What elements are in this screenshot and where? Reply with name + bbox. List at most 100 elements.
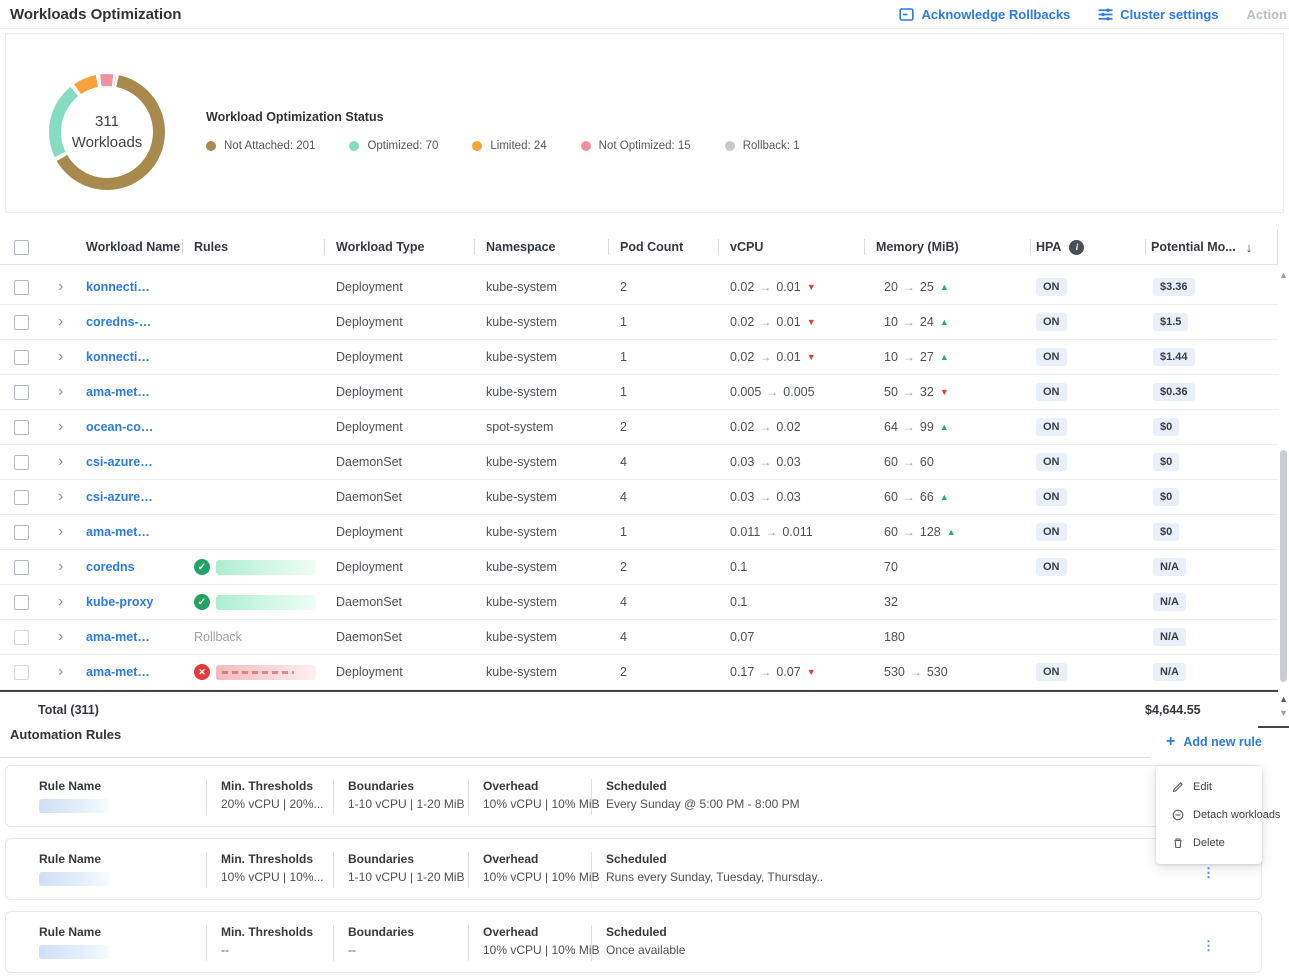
- actions-button[interactable]: Action: [1247, 7, 1287, 22]
- workload-name-link[interactable]: coredns-…: [86, 315, 151, 329]
- workload-name-link[interactable]: konnecti…: [86, 350, 150, 364]
- metric-from: 60: [884, 525, 898, 539]
- workload-name-link[interactable]: csi-azure…: [86, 490, 153, 504]
- hpa-cell: ON: [1030, 488, 1145, 506]
- legend-label: Limited: 24: [490, 140, 546, 152]
- expand-chevron-icon[interactable]: ›: [44, 629, 74, 645]
- workload-type-cell: DaemonSet: [324, 595, 474, 609]
- expand-chevron-icon[interactable]: ›: [44, 279, 74, 295]
- status-legend: Workload Optimization Status Not Attache…: [206, 110, 800, 152]
- mini-scroll-down-icon[interactable]: ▼: [1279, 708, 1288, 718]
- potential-value-badge: N/A: [1153, 558, 1186, 576]
- workload-name-link[interactable]: konnecti…: [86, 280, 150, 294]
- table-row: ›csi-azure…DaemonSetkube-system40.03→0.0…: [0, 445, 1278, 480]
- arrow-right-icon: →: [903, 525, 915, 539]
- vcpu-cell: 0.1: [718, 560, 864, 574]
- scrollbar-thumb[interactable]: [1280, 450, 1287, 682]
- rule-kebab-menu-icon[interactable]: ⋮: [1202, 871, 1215, 875]
- expand-chevron-icon[interactable]: ›: [44, 664, 74, 680]
- workload-type-cell: Deployment: [324, 665, 474, 679]
- row-checkbox-cell: [0, 315, 44, 330]
- rule-context-menu: Edit Detach workloads Delete: [1156, 766, 1262, 864]
- row-checkbox[interactable]: [14, 595, 29, 610]
- workload-name-cell: ama-met…: [74, 385, 182, 399]
- memory-cell: 70: [864, 560, 1030, 574]
- row-checkbox[interactable]: [14, 560, 29, 575]
- row-checkbox[interactable]: [14, 630, 29, 645]
- col-rules: Rules: [182, 230, 324, 264]
- row-checkbox[interactable]: [14, 420, 29, 435]
- metric-value: 0.07: [730, 630, 754, 644]
- workload-name-link[interactable]: kube-proxy: [86, 595, 153, 609]
- scroll-up-icon[interactable]: ▲: [1279, 270, 1288, 280]
- workload-name-link[interactable]: ama-met…: [86, 525, 150, 539]
- expand-chevron-icon[interactable]: ›: [44, 314, 74, 330]
- expand-chevron-icon[interactable]: ›: [44, 419, 74, 435]
- col-workload-name: Workload Name: [74, 230, 182, 264]
- workload-name-link[interactable]: ama-met…: [86, 665, 150, 679]
- boundaries-col: Boundaries--: [333, 925, 468, 961]
- legend-title: Workload Optimization Status: [206, 110, 800, 124]
- hpa-cell: ON: [1030, 348, 1145, 366]
- row-checkbox[interactable]: [14, 525, 29, 540]
- workload-name-link[interactable]: ama-met…: [86, 630, 150, 644]
- row-checkbox-cell: [0, 630, 44, 645]
- menu-item-edit[interactable]: Edit: [1156, 773, 1262, 801]
- boundaries-col-value: --: [348, 943, 468, 957]
- acknowledge-rollbacks-button[interactable]: Acknowledge Rollbacks: [899, 7, 1070, 22]
- workload-name-link[interactable]: csi-azure…: [86, 455, 153, 469]
- expand-chevron-icon[interactable]: ›: [44, 594, 74, 610]
- workload-type-cell: Deployment: [324, 315, 474, 329]
- legend-label: Optimized: 70: [367, 140, 438, 152]
- expand-chevron-icon[interactable]: ›: [44, 454, 74, 470]
- expand-chevron-icon[interactable]: ›: [44, 384, 74, 400]
- potential-value-badge: $1.5: [1153, 313, 1188, 331]
- namespace-cell: kube-system: [474, 455, 608, 469]
- workload-name-cell: csi-azure…: [74, 490, 182, 504]
- row-checkbox[interactable]: [14, 280, 29, 295]
- hpa-info-icon[interactable]: i: [1069, 240, 1084, 255]
- metric-to: 128: [920, 525, 941, 539]
- expand-chevron-icon[interactable]: ›: [44, 559, 74, 575]
- rule-kebab-menu-icon[interactable]: ⋮: [1202, 944, 1215, 948]
- add-new-rule-button[interactable]: + Add new rule: [1166, 733, 1262, 751]
- overhead-col-value: 10% vCPU | 10% MiB: [483, 797, 591, 811]
- row-checkbox[interactable]: [14, 455, 29, 470]
- arrow-right-icon: →: [903, 280, 915, 294]
- workload-name-link[interactable]: coredns: [86, 560, 135, 574]
- row-checkbox[interactable]: [14, 350, 29, 365]
- namespace-cell: spot-system: [474, 420, 608, 434]
- potential-savings-cell: N/A: [1145, 593, 1278, 611]
- pod-count-cell: 2: [608, 665, 718, 679]
- workload-name-cell: csi-azure…: [74, 455, 182, 469]
- workload-name-cell: ama-met…: [74, 630, 182, 644]
- row-checkbox[interactable]: [14, 665, 29, 680]
- pod-count-cell: 4: [608, 630, 718, 644]
- arrow-right-icon: →: [759, 350, 771, 364]
- hpa-on-badge: ON: [1036, 663, 1067, 681]
- workload-name-link[interactable]: ocean-co…: [86, 420, 153, 434]
- legend-label: Not Attached: 201: [224, 140, 315, 152]
- metric-to: 0.02: [776, 420, 800, 434]
- menu-item-detach-workloads[interactable]: Detach workloads: [1156, 801, 1262, 829]
- potential-savings-cell: $1.5: [1145, 313, 1278, 331]
- namespace-cell: kube-system: [474, 315, 608, 329]
- trend-up-icon: ▲: [940, 282, 949, 292]
- row-checkbox[interactable]: [14, 490, 29, 505]
- col-potential-savings[interactable]: Potential Mo...↓: [1145, 230, 1278, 264]
- workload-name-link[interactable]: ama-met…: [86, 385, 150, 399]
- expand-chevron-icon[interactable]: ›: [44, 524, 74, 540]
- row-checkbox[interactable]: [14, 385, 29, 400]
- potential-value-badge: $1.44: [1153, 348, 1195, 366]
- expand-chevron-icon[interactable]: ›: [44, 349, 74, 365]
- select-all-checkbox[interactable]: [14, 240, 29, 255]
- rule-name-col: Rule Name: [6, 925, 206, 961]
- rules-cell: ✓: [182, 559, 324, 575]
- hpa-cell: ON: [1030, 313, 1145, 331]
- expand-chevron-icon[interactable]: ›: [44, 489, 74, 505]
- menu-item-delete[interactable]: Delete: [1156, 829, 1262, 857]
- cluster-settings-button[interactable]: Cluster settings: [1098, 7, 1218, 22]
- row-checkbox[interactable]: [14, 315, 29, 330]
- mini-scroll-up-icon[interactable]: ▲: [1279, 694, 1288, 704]
- col-namespace: Namespace: [474, 230, 608, 264]
